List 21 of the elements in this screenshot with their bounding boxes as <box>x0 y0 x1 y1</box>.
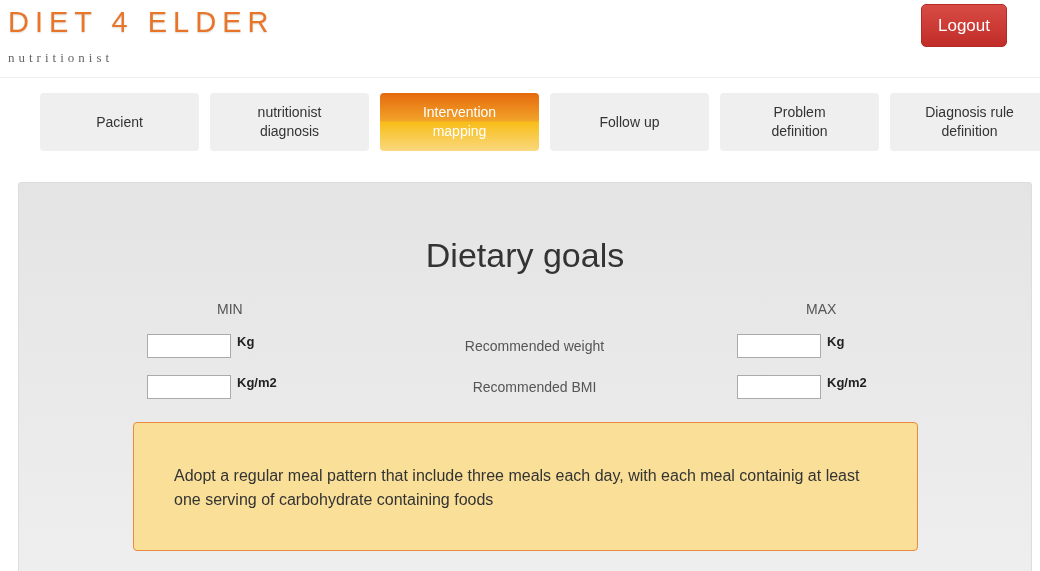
nav-tab[interactable]: Follow up <box>550 93 709 151</box>
logout-button[interactable]: Logout <box>921 4 1007 47</box>
max-input-field[interactable] <box>737 334 821 358</box>
goal-label: Recommended weight <box>463 338 606 354</box>
recommendation-note: Adopt a regular meal pattern that include three meals each day, with each meal containig at least one serving of carbohydrate containing foods <box>133 422 918 551</box>
nav-tab[interactable]: Diagnosis rule definition <box>890 93 1040 151</box>
unit-label: Kg <box>237 334 255 349</box>
min-input-field[interactable] <box>147 334 231 358</box>
column-header: MIN <box>216 301 244 317</box>
goal-label: Recommended BMI <box>471 379 598 395</box>
column-header: MAX <box>805 301 838 317</box>
nav-tab[interactable]: Pacient <box>40 93 199 151</box>
max-input-field[interactable] <box>737 375 821 399</box>
panel-title: Dietary goals <box>424 236 626 275</box>
site-subtitle: nutritionist <box>8 50 115 66</box>
unit-label: Kg/m2 <box>827 375 867 390</box>
unit-label: Kg/m2 <box>237 375 277 390</box>
min-input-field[interactable] <box>147 375 231 399</box>
nav-tab[interactable]: nutritionist diagnosis <box>210 93 369 151</box>
nav-tab[interactable]: Problem definition <box>720 93 879 151</box>
unit-label: Kg <box>827 334 845 349</box>
